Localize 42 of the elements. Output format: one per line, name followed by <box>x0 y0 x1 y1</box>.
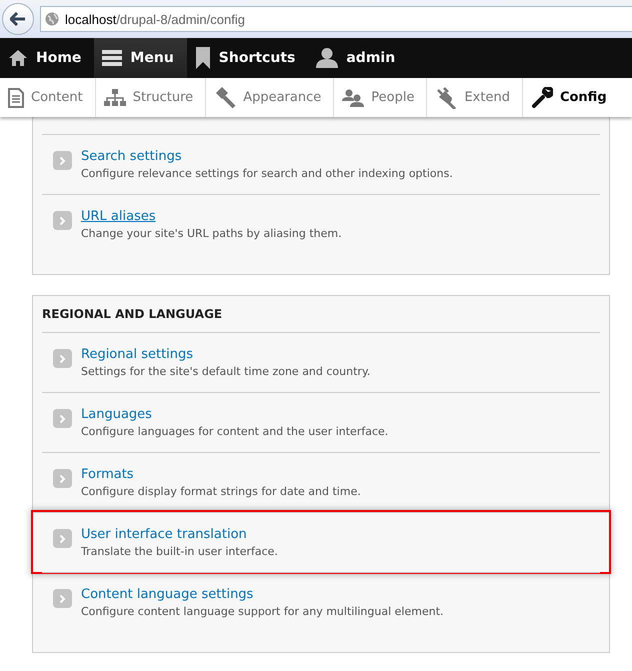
settings-link[interactable]: Content language settings <box>81 587 444 602</box>
wrench-icon <box>530 86 553 108</box>
settings-description: Configure display format strings for date and time. <box>81 485 361 498</box>
settings-description: Translate the built-in user interface. <box>81 545 278 558</box>
url-text: localhost/drupal-8/admin/config <box>65 12 245 26</box>
toolbar-tab[interactable]: admin <box>308 38 408 78</box>
chevron-icon <box>53 151 72 170</box>
chevron-icon <box>53 469 72 488</box>
settings-link[interactable]: Languages <box>81 407 388 422</box>
toolbar-tab[interactable]: Menu <box>94 38 187 78</box>
chevron-icon <box>53 211 72 230</box>
brush-icon <box>214 86 236 108</box>
panel-heading: REGIONAL AND LANGUAGE <box>42 306 224 323</box>
settings-link[interactable]: Formats <box>81 467 361 482</box>
tray-tab[interactable]: Config <box>522 78 607 117</box>
toolbar-tab[interactable]: Shortcuts <box>186 38 308 78</box>
address-field[interactable]: localhost/drupal-8/admin/config <box>40 6 632 32</box>
settings-description: Settings for the site's default time zone and country. <box>81 365 370 378</box>
settings-description: Configure languages for content and the user interface. <box>81 425 388 438</box>
settings-description: Change your site's URL paths by aliasing them. <box>81 227 342 240</box>
menu-icon <box>102 49 122 67</box>
document-icon <box>8 88 24 108</box>
settings-link[interactable]: Search settings <box>81 149 453 164</box>
user-icon <box>316 48 338 68</box>
back-button[interactable] <box>2 3 34 35</box>
chevron-icon <box>53 409 72 428</box>
settings-link[interactable]: User interface translation <box>81 527 278 542</box>
people-icon <box>342 88 364 106</box>
sitemap-icon <box>104 88 126 106</box>
back-arrow-icon <box>10 12 26 26</box>
chevron-icon <box>53 349 72 368</box>
settings-link[interactable]: URL aliases <box>81 209 342 224</box>
settings-description: Configure relevance settings for search and other indexing options. <box>81 167 453 180</box>
settings-description: Configure content language support for any multilingual element. <box>81 605 444 618</box>
bookmark-icon <box>194 47 211 69</box>
toolbar-tab[interactable]: Home <box>0 38 94 78</box>
settings-link[interactable]: Regional settings <box>81 347 370 362</box>
globe-icon <box>45 12 59 26</box>
plug-icon <box>435 86 458 108</box>
home-icon <box>8 49 28 67</box>
chevron-icon <box>53 529 72 548</box>
chevron-icon <box>53 589 72 608</box>
